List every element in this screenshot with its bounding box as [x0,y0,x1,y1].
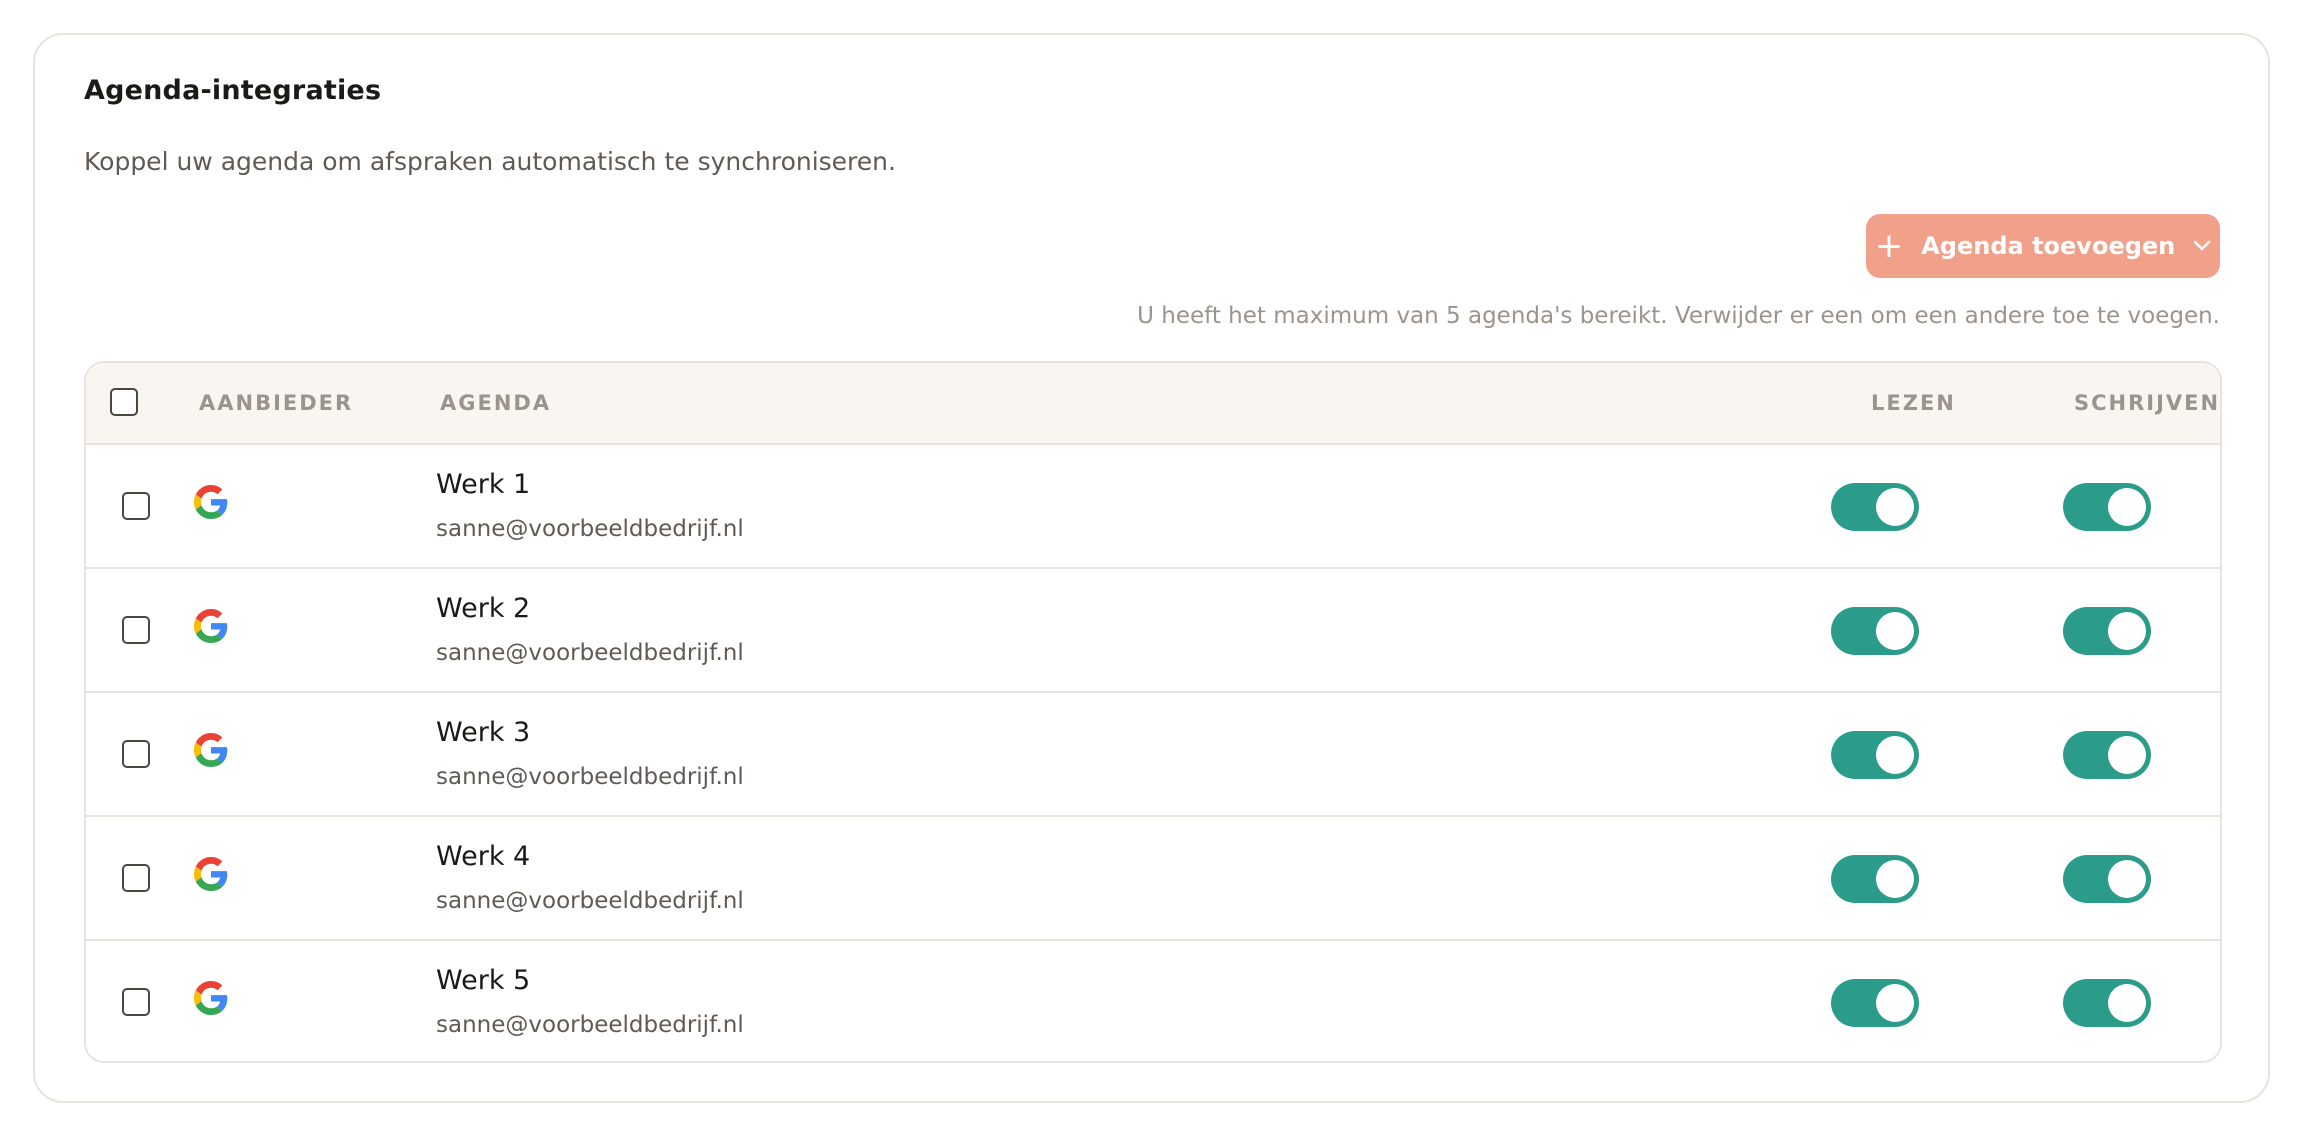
calendar-name: Werk 3 [436,717,531,748]
table-header: AANBIEDER AGENDA LEZEN SCHRIJVEN [86,363,2220,445]
table-row: Werk 1 sanne@voorbeeldbedrijf.nl [86,445,2220,569]
toggle-knob [2108,860,2146,898]
toggle-knob [1876,488,1914,526]
plus-icon: + [1874,226,1904,266]
read-toggle[interactable] [1831,483,1919,531]
toggle-knob [1876,612,1914,650]
row-select-checkbox[interactable] [122,740,150,768]
select-all-checkbox[interactable] [110,388,138,416]
write-toggle[interactable] [2063,483,2151,531]
section-description: Koppel uw agenda om afspraken automatisc… [84,147,896,176]
chevron-down-icon [2193,240,2211,252]
calendar-email: sanne@voorbeeldbedrijf.nl [436,888,744,914]
row-select-checkbox[interactable] [122,988,150,1016]
add-calendar-button[interactable]: + Agenda toevoegen [1866,214,2220,278]
google-icon [194,857,228,891]
toggle-knob [2108,488,2146,526]
calendar-name: Werk 4 [436,841,531,872]
write-toggle[interactable] [2063,979,2151,1027]
table-row: Werk 4 sanne@voorbeeldbedrijf.nl [86,817,2220,941]
column-header-read: LEZEN [1871,391,1956,415]
table-row: Werk 3 sanne@voorbeeldbedrijf.nl [86,693,2220,817]
column-header-calendar: AGENDA [440,391,552,415]
calendar-name: Werk 1 [436,469,531,500]
toggle-knob [2108,612,2146,650]
write-toggle[interactable] [2063,607,2151,655]
write-toggle[interactable] [2063,731,2151,779]
read-toggle[interactable] [1831,855,1919,903]
table-row: Werk 2 sanne@voorbeeldbedrijf.nl [86,569,2220,693]
calendar-email: sanne@voorbeeldbedrijf.nl [436,1012,744,1038]
write-toggle[interactable] [2063,855,2151,903]
row-select-checkbox[interactable] [122,864,150,892]
calendar-email: sanne@voorbeeldbedrijf.nl [436,640,744,666]
row-select-checkbox[interactable] [122,616,150,644]
google-icon [194,485,228,519]
google-icon [194,981,228,1015]
toggle-knob [2108,984,2146,1022]
add-calendar-button-label: Agenda toevoegen [1921,232,2176,260]
section-title: Agenda-integraties [84,75,382,106]
column-header-write: SCHRIJVEN [2074,391,2221,415]
read-toggle[interactable] [1831,731,1919,779]
calendar-limit-note: U heeft het maximum van 5 agenda's berei… [1137,303,2220,329]
google-icon [194,609,228,643]
calendar-name: Werk 5 [436,965,531,996]
calendars-table: AANBIEDER AGENDA LEZEN SCHRIJVEN Werk 1 … [84,361,2222,1063]
read-toggle[interactable] [1831,607,1919,655]
column-header-provider: AANBIEDER [199,391,354,415]
calendar-name: Werk 2 [436,593,531,624]
table-row: Werk 5 sanne@voorbeeldbedrijf.nl [86,941,2220,1061]
calendar-email: sanne@voorbeeldbedrijf.nl [436,516,744,542]
toggle-knob [2108,736,2146,774]
calendar-email: sanne@voorbeeldbedrijf.nl [436,764,744,790]
read-toggle[interactable] [1831,979,1919,1027]
toggle-knob [1876,736,1914,774]
toggle-knob [1876,860,1914,898]
row-select-checkbox[interactable] [122,492,150,520]
google-icon [194,733,228,767]
calendar-integrations-card: Agenda-integraties Koppel uw agenda om a… [33,33,2270,1103]
toggle-knob [1876,984,1914,1022]
